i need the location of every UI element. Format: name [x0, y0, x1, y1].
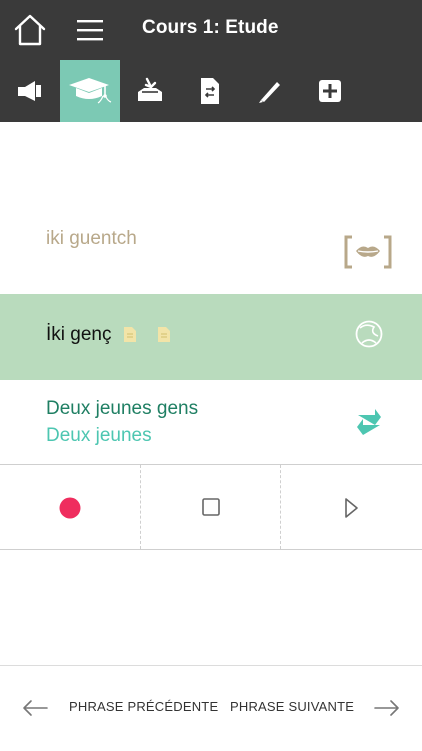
speaker-icon: [18, 81, 41, 101]
home-icon[interactable]: [12, 12, 48, 48]
page-title: Cours 1: Etude: [142, 17, 279, 38]
tab-listen[interactable]: [0, 60, 60, 122]
tab-translate[interactable]: [180, 60, 240, 122]
stop-square-icon: [202, 498, 220, 516]
hamburger-menu-icon[interactable]: [76, 18, 104, 42]
note-icon[interactable]: [157, 326, 171, 343]
tab-study[interactable]: [60, 60, 120, 122]
next-phrase-button[interactable]: PHRASE SUIVANTE: [230, 699, 354, 714]
record-button[interactable]: [0, 465, 140, 549]
previous-phrase-button[interactable]: PHRASE PRÉCÉDENTE: [69, 699, 218, 714]
bottom-navigation: PHRASE PRÉCÉDENTE PHRASE SUIVANTE: [0, 665, 422, 751]
translation-main-text: Deux jeunes gens: [46, 398, 199, 419]
inbox-download-icon: [138, 77, 162, 101]
top-bar: Cours 1: Etude: [0, 0, 422, 60]
note-icon[interactable]: [123, 326, 137, 343]
arrow-right-icon[interactable]: [374, 699, 400, 717]
document-swap-icon: [201, 78, 219, 104]
record-dot-icon: [59, 497, 81, 519]
translation-literal-text: Deux jeunes: [46, 425, 152, 446]
original-text: İki genç: [46, 324, 112, 345]
phonetic-row: iki guentch: [0, 122, 422, 295]
translation-row: Deux jeunes gens Deux jeunes: [0, 380, 422, 465]
play-button[interactable]: [280, 465, 421, 549]
swap-arrows-icon[interactable]: [356, 405, 382, 437]
mode-toolbar: [0, 60, 422, 122]
arrow-left-icon[interactable]: [22, 699, 48, 717]
plus-box-icon: [319, 80, 341, 102]
pencil-icon: [259, 82, 280, 103]
play-triangle-icon: [345, 498, 358, 518]
phonetic-text: iki guentch: [46, 228, 137, 249]
graduation-cap-icon: [69, 78, 112, 104]
stop-button[interactable]: [140, 465, 281, 549]
playback-controls: [0, 465, 422, 550]
tab-write[interactable]: [240, 60, 300, 122]
face-icon[interactable]: [354, 319, 384, 351]
tab-add[interactable]: [300, 60, 360, 122]
mouth-brackets-icon[interactable]: [344, 235, 392, 269]
tab-repeat[interactable]: [120, 60, 180, 122]
